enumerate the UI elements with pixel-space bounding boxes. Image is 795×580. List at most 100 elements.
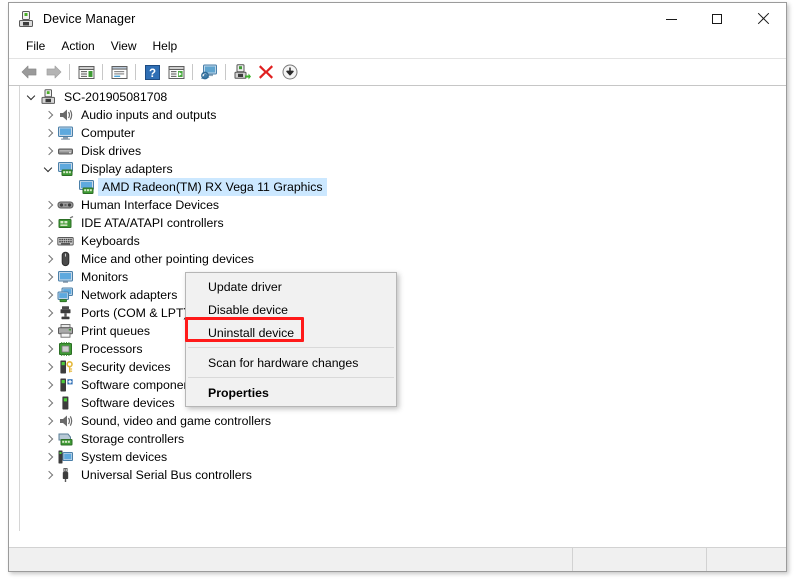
back-button[interactable] [17,61,41,83]
tree-item-label: Processors [81,342,143,356]
status-bar [9,547,786,571]
minimize-button[interactable] [648,3,694,35]
chevron-right-icon [45,363,54,372]
expander[interactable] [41,287,57,303]
help-button[interactable]: ? [140,61,164,83]
maximize-icon [712,14,722,24]
chevron-right-icon [45,147,54,156]
expander[interactable] [41,305,57,321]
expander[interactable] [41,359,57,375]
expander[interactable] [41,125,57,141]
context-menu-separator-1 [188,347,394,348]
show-hide-console-tree-icon [78,65,95,80]
expander[interactable] [41,107,57,123]
context-menu-item-update-driver[interactable]: Update driver [186,275,396,298]
mouse-icon [57,251,74,267]
tree-item-label: IDE ATA/ATAPI controllers [81,216,224,230]
tree-item-monitors[interactable]: Monitors [20,268,786,286]
tree-item-root[interactable]: SC-201905081708 [20,88,786,106]
expander[interactable] [41,323,57,339]
expander[interactable] [41,251,57,267]
expander[interactable] [41,143,57,159]
tree-item-amd-radeon-rx-vega-11[interactable]: AMD Radeon(TM) RX Vega 11 Graphics [20,178,786,196]
expander[interactable] [41,449,57,465]
context-menu-item-disable-device[interactable]: Disable device [186,298,396,321]
tree-item-software-devices[interactable]: Software devices [20,394,786,412]
tree-item-universal-serial-bus-controllers[interactable]: Universal Serial Bus controllers [20,466,786,484]
disable-device-icon [282,64,298,80]
keyboard-icon [57,233,74,249]
tree-item-security-devices[interactable]: Security devices [20,358,786,376]
back-icon [21,65,38,79]
maximize-button[interactable] [694,3,740,35]
tree-item-label: Computer [81,126,135,140]
uninstall-device-button[interactable] [254,61,278,83]
context-menu-item-uninstall-device[interactable]: Uninstall device [186,321,396,344]
properties-button[interactable] [107,61,131,83]
tree-item-audio-inputs-and-outputs[interactable]: Audio inputs and outputs [20,106,786,124]
chevron-right-icon [45,201,54,210]
tree-item-processors[interactable]: Processors [20,340,786,358]
status-pane-tertiary [707,548,786,571]
display-adapter-icon [78,179,95,195]
expander[interactable] [41,413,57,429]
chevron-right-icon [45,129,54,138]
tree-item-ide-ata-atapi-controllers[interactable]: IDE ATA/ATAPI controllers [20,214,786,232]
tree-item-software-components[interactable]: Software components [20,376,786,394]
tree-item-system-devices[interactable]: System devices [20,448,786,466]
tree-item-label: Security devices [81,360,171,374]
device-manager-window: Device Manager File Action View Help ? S… [8,2,787,572]
tree-item-storage-controllers[interactable]: Storage controllers [20,430,786,448]
context-menu-item-properties[interactable]: Properties [186,381,396,404]
menu-action[interactable]: Action [53,37,102,56]
expander[interactable] [41,341,57,357]
system-device-icon [57,449,74,465]
context-menu-item-scan-for-hardware-changes[interactable]: Scan for hardware changes [186,351,396,374]
context-menu-separator-2 [188,377,394,378]
tree-item-print-queues[interactable]: Print queues [20,322,786,340]
update-driver-button[interactable] [164,61,188,83]
chevron-right-icon [45,345,54,354]
scan-hardware-changes-button[interactable] [197,61,221,83]
show-hide-console-tree-button[interactable] [74,61,98,83]
forward-icon [45,65,62,79]
expander[interactable] [41,431,57,447]
speaker-icon [57,413,74,429]
chevron-right-icon [45,327,54,336]
expander[interactable] [41,233,57,249]
tree-item-ports-com-lpt[interactable]: Ports (COM & LPT) [20,304,786,322]
disable-device-button[interactable] [278,61,302,83]
tree-item-label: Mice and other pointing devices [81,252,254,266]
tree-item-sound-video-and-game-controllers[interactable]: Sound, video and game controllers [20,412,786,430]
close-button[interactable] [740,3,786,35]
menu-file[interactable]: File [18,37,53,56]
expander[interactable] [41,269,57,285]
expander[interactable] [41,161,57,177]
toolbar-separator-2 [102,64,103,80]
tree-item-computer[interactable]: Computer [20,124,786,142]
forward-button[interactable] [41,61,65,83]
chevron-right-icon [45,111,54,120]
tree-item-display-adapters[interactable]: Display adapters [20,160,786,178]
menu-help[interactable]: Help [145,37,186,56]
tree-item-keyboards[interactable]: Keyboards [20,232,786,250]
toolbar-separator-1 [69,64,70,80]
tree-item-label: Human Interface Devices [81,198,220,212]
expander[interactable] [41,215,57,231]
expander-root[interactable] [24,89,40,105]
enable-device-button[interactable] [230,61,254,83]
tree-item-mice-and-other-pointing-devices[interactable]: Mice and other pointing devices [20,250,786,268]
expander[interactable] [41,197,57,213]
chevron-right-icon [45,435,54,444]
status-pane-main [9,548,573,571]
tree-item-label: Display adapters [81,162,173,176]
tree-item-disk-drives[interactable]: Disk drives [20,142,786,160]
expander[interactable] [41,395,57,411]
expander[interactable] [41,467,57,483]
menu-bar: File Action View Help [9,35,786,59]
menu-view[interactable]: View [103,37,145,56]
tree-item-label: Print queues [81,324,151,338]
expander[interactable] [41,377,57,393]
tree-item-human-interface-devices[interactable]: Human Interface Devices [20,196,786,214]
tree-item-network-adapters[interactable]: Network adapters [20,286,786,304]
